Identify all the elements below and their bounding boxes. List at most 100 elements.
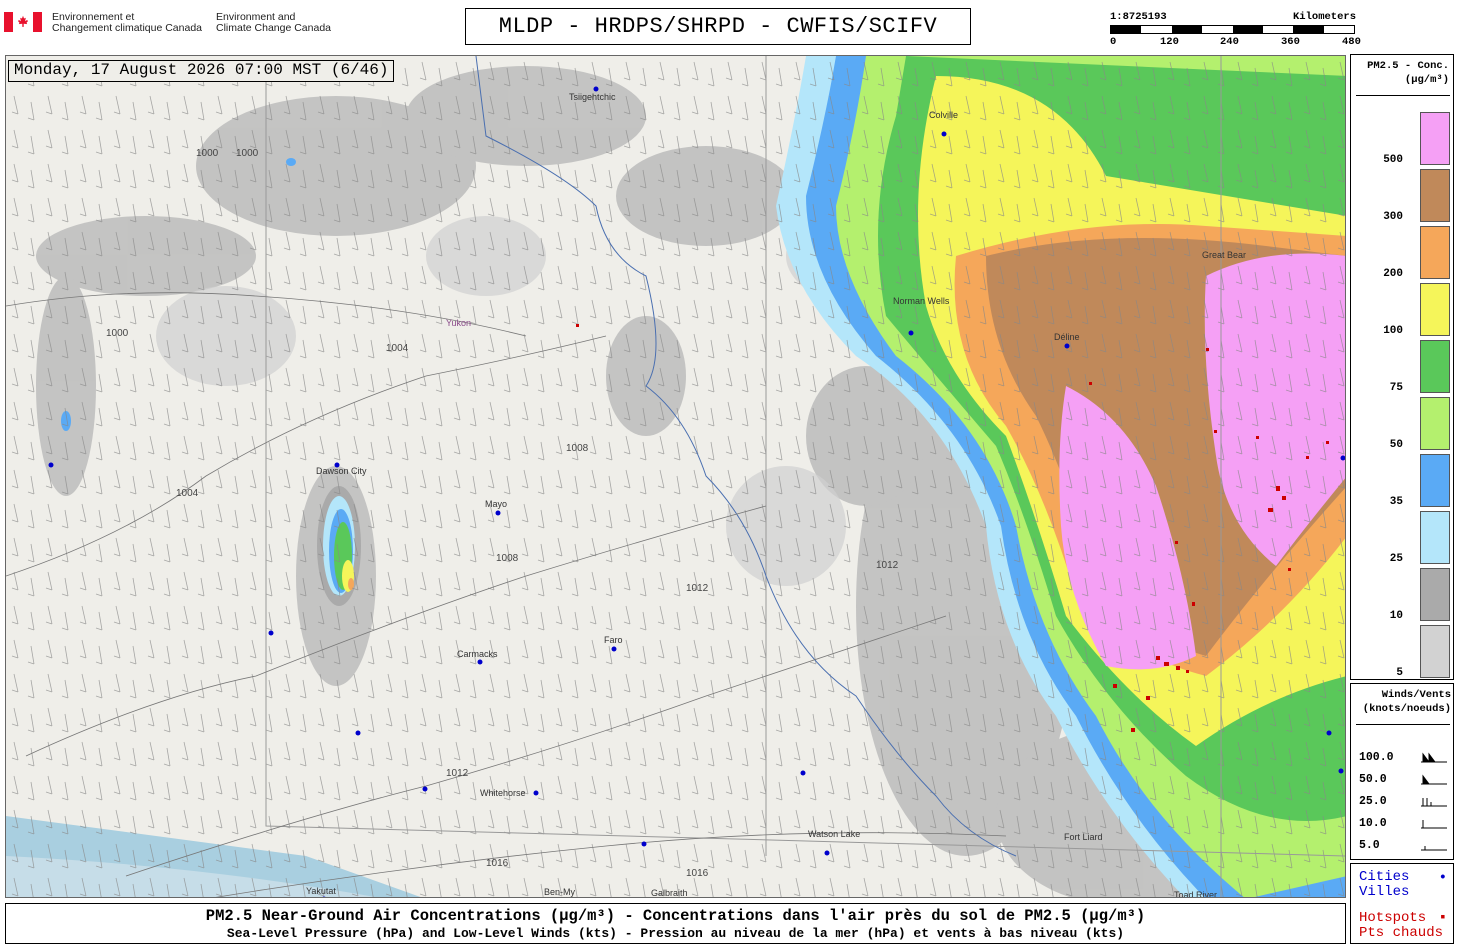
city-dot[interactable]: [908, 330, 914, 336]
footer-caption: PM2.5 Near-Ground Air Concentrations (µg…: [5, 903, 1346, 944]
map-key: Cities Villes • Hotspots Pts chauds ▪: [1350, 863, 1454, 944]
isobar-label: 1016: [686, 868, 709, 879]
dept-name-en: Environment and Climate Change Canada: [216, 11, 332, 34]
legend-swatch: [1420, 625, 1450, 678]
city-label: Ben-My: [544, 887, 576, 897]
city-dot[interactable]: [641, 841, 647, 847]
wind-barb-icon: [1421, 846, 1447, 851]
wind-speed-label: 5.0: [1359, 839, 1380, 852]
city-label: Whitehorse: [480, 788, 526, 798]
scale-tick: 0: [1110, 36, 1117, 48]
key-cities-en: Cities: [1359, 869, 1410, 885]
scale-tick: 360: [1281, 36, 1300, 48]
city-dot-icon: •: [1438, 870, 1447, 886]
legend-swatch: [1420, 568, 1450, 621]
city-dot[interactable]: [268, 630, 274, 636]
map-svg: 1000 1000 1000 1004 1004 1008 1008 1012 …: [6, 56, 1346, 898]
product-title: MLDP - HRDPS/SHRPD - CWFIS/SCIFV: [465, 8, 971, 45]
forecast-datetime: Monday, 17 August 2026 07:00 MST (6/46): [8, 60, 395, 82]
city-dot[interactable]: [495, 510, 501, 516]
city-label: Mayo: [485, 499, 507, 509]
city-dot[interactable]: [48, 462, 54, 468]
footer-line-1: PM2.5 Near-Ground Air Concentrations (µg…: [205, 907, 1146, 925]
city-dot[interactable]: [477, 659, 483, 665]
footer-line-2: Sea-Level Pressure (hPa) and Low-Level W…: [226, 926, 1125, 941]
isobar-label: 1012: [446, 768, 469, 779]
city-dot[interactable]: [1064, 343, 1070, 349]
isobar-label: 1008: [566, 443, 589, 454]
legend-bin-label: 25: [1389, 553, 1403, 565]
legend-bin-label: 35: [1389, 496, 1403, 508]
scale-tick: 120: [1160, 36, 1179, 48]
city-label: Great Bear: [1202, 250, 1246, 260]
scale-ratio: 1:8725193: [1110, 11, 1167, 23]
dept-name-fr: Environnement et Changement climatique Ca…: [52, 11, 203, 34]
city-dot[interactable]: [355, 730, 361, 736]
hotspot-square-icon: ▪: [1438, 910, 1447, 926]
legend-swatch: [1420, 169, 1450, 222]
legend-swatch: [1420, 454, 1450, 507]
city-dot[interactable]: [593, 86, 599, 92]
legend-bin-label: 300: [1383, 211, 1403, 223]
legend-swatch: [1420, 340, 1450, 393]
city-label: Faro: [604, 635, 623, 645]
region-label-yukon: Yukon: [446, 318, 471, 328]
legend-bin-label: 100: [1383, 325, 1403, 337]
map-canvas[interactable]: 1000 1000 1000 1004 1004 1008 1008 1012 …: [5, 55, 1346, 898]
city-label: Galbraith: [651, 888, 688, 898]
city-label: Tsiigehtchic: [569, 92, 616, 102]
city-label: Déline: [1054, 332, 1080, 342]
wind-legend-title: Winds/Vents (knots/noeuds): [1362, 689, 1451, 715]
wind-barb-icon: [1421, 820, 1447, 829]
city-dot[interactable]: [611, 646, 617, 652]
city-dot[interactable]: [941, 131, 947, 137]
scale-bar: 1:8725193 Kilometers 0 120 240 360 480: [1110, 11, 1361, 51]
isobar-label: 1000: [236, 148, 259, 159]
city-dot[interactable]: [800, 770, 806, 776]
legend-bin-label: 50: [1389, 439, 1403, 451]
city-label: Carmacks: [457, 649, 498, 659]
legend-bin-label: 5: [1396, 667, 1403, 679]
legend-bin-label: 500: [1383, 154, 1403, 166]
wind-barb-icon: [1421, 752, 1447, 763]
city-dot[interactable]: [422, 786, 428, 792]
city-dot[interactable]: [1326, 730, 1332, 736]
wind-barb-icon: [1421, 774, 1447, 785]
isobar-label: 1000: [196, 148, 219, 159]
isobar-label: 1016: [486, 858, 509, 869]
pm25-legend: PM2.5 - Conc. (µg/m³) 500 300 200 100 75 50 35…: [1350, 54, 1454, 680]
city-label: Colville: [929, 110, 958, 120]
legend-swatch: [1420, 511, 1450, 564]
legend-swatch: [1420, 397, 1450, 450]
canada-flag-icon: [4, 12, 42, 32]
city-dot[interactable]: [824, 850, 830, 856]
wind-legend: Winds/Vents (knots/noeuds) 100.0 50.0 25…: [1350, 683, 1454, 860]
isobar-label: 1008: [496, 553, 519, 564]
key-hotspots-en: Hotspots: [1359, 910, 1427, 926]
scale-unit: Kilometers: [1292, 11, 1356, 23]
key-hotspots-fr: Pts chauds: [1359, 925, 1444, 941]
key-cities-fr: Villes: [1359, 884, 1410, 900]
isobar-label: 1004: [176, 488, 199, 499]
legend-swatch: [1420, 283, 1450, 336]
city-label: Dawson City: [316, 466, 367, 476]
isobar-label: 1012: [876, 560, 899, 571]
legend-title: PM2.5 - Conc. (µg/m³): [1367, 60, 1449, 86]
city-label: Watson Lake: [808, 829, 860, 839]
city-dot[interactable]: [1340, 455, 1346, 461]
legend-bin-label: 10: [1389, 610, 1403, 622]
legend-swatch: [1420, 226, 1450, 279]
legend-bin-label: 75: [1389, 382, 1403, 394]
city-label: Fort Liard: [1064, 832, 1103, 842]
wind-speed-label: 10.0: [1359, 817, 1387, 830]
city-label: Norman Wells: [893, 296, 950, 306]
wind-barb-icon: [1421, 798, 1447, 807]
wind-speed-label: 25.0: [1359, 795, 1387, 808]
wind-speed-label: 50.0: [1359, 773, 1387, 786]
scale-tick: 480: [1342, 36, 1361, 48]
eccc-logo: Environnement et Changement climatique Ca…: [4, 12, 345, 34]
city-dot[interactable]: [1338, 768, 1344, 774]
isobar-label: 1004: [386, 343, 409, 354]
isobar-label: 1012: [686, 583, 709, 594]
city-dot[interactable]: [533, 790, 539, 796]
